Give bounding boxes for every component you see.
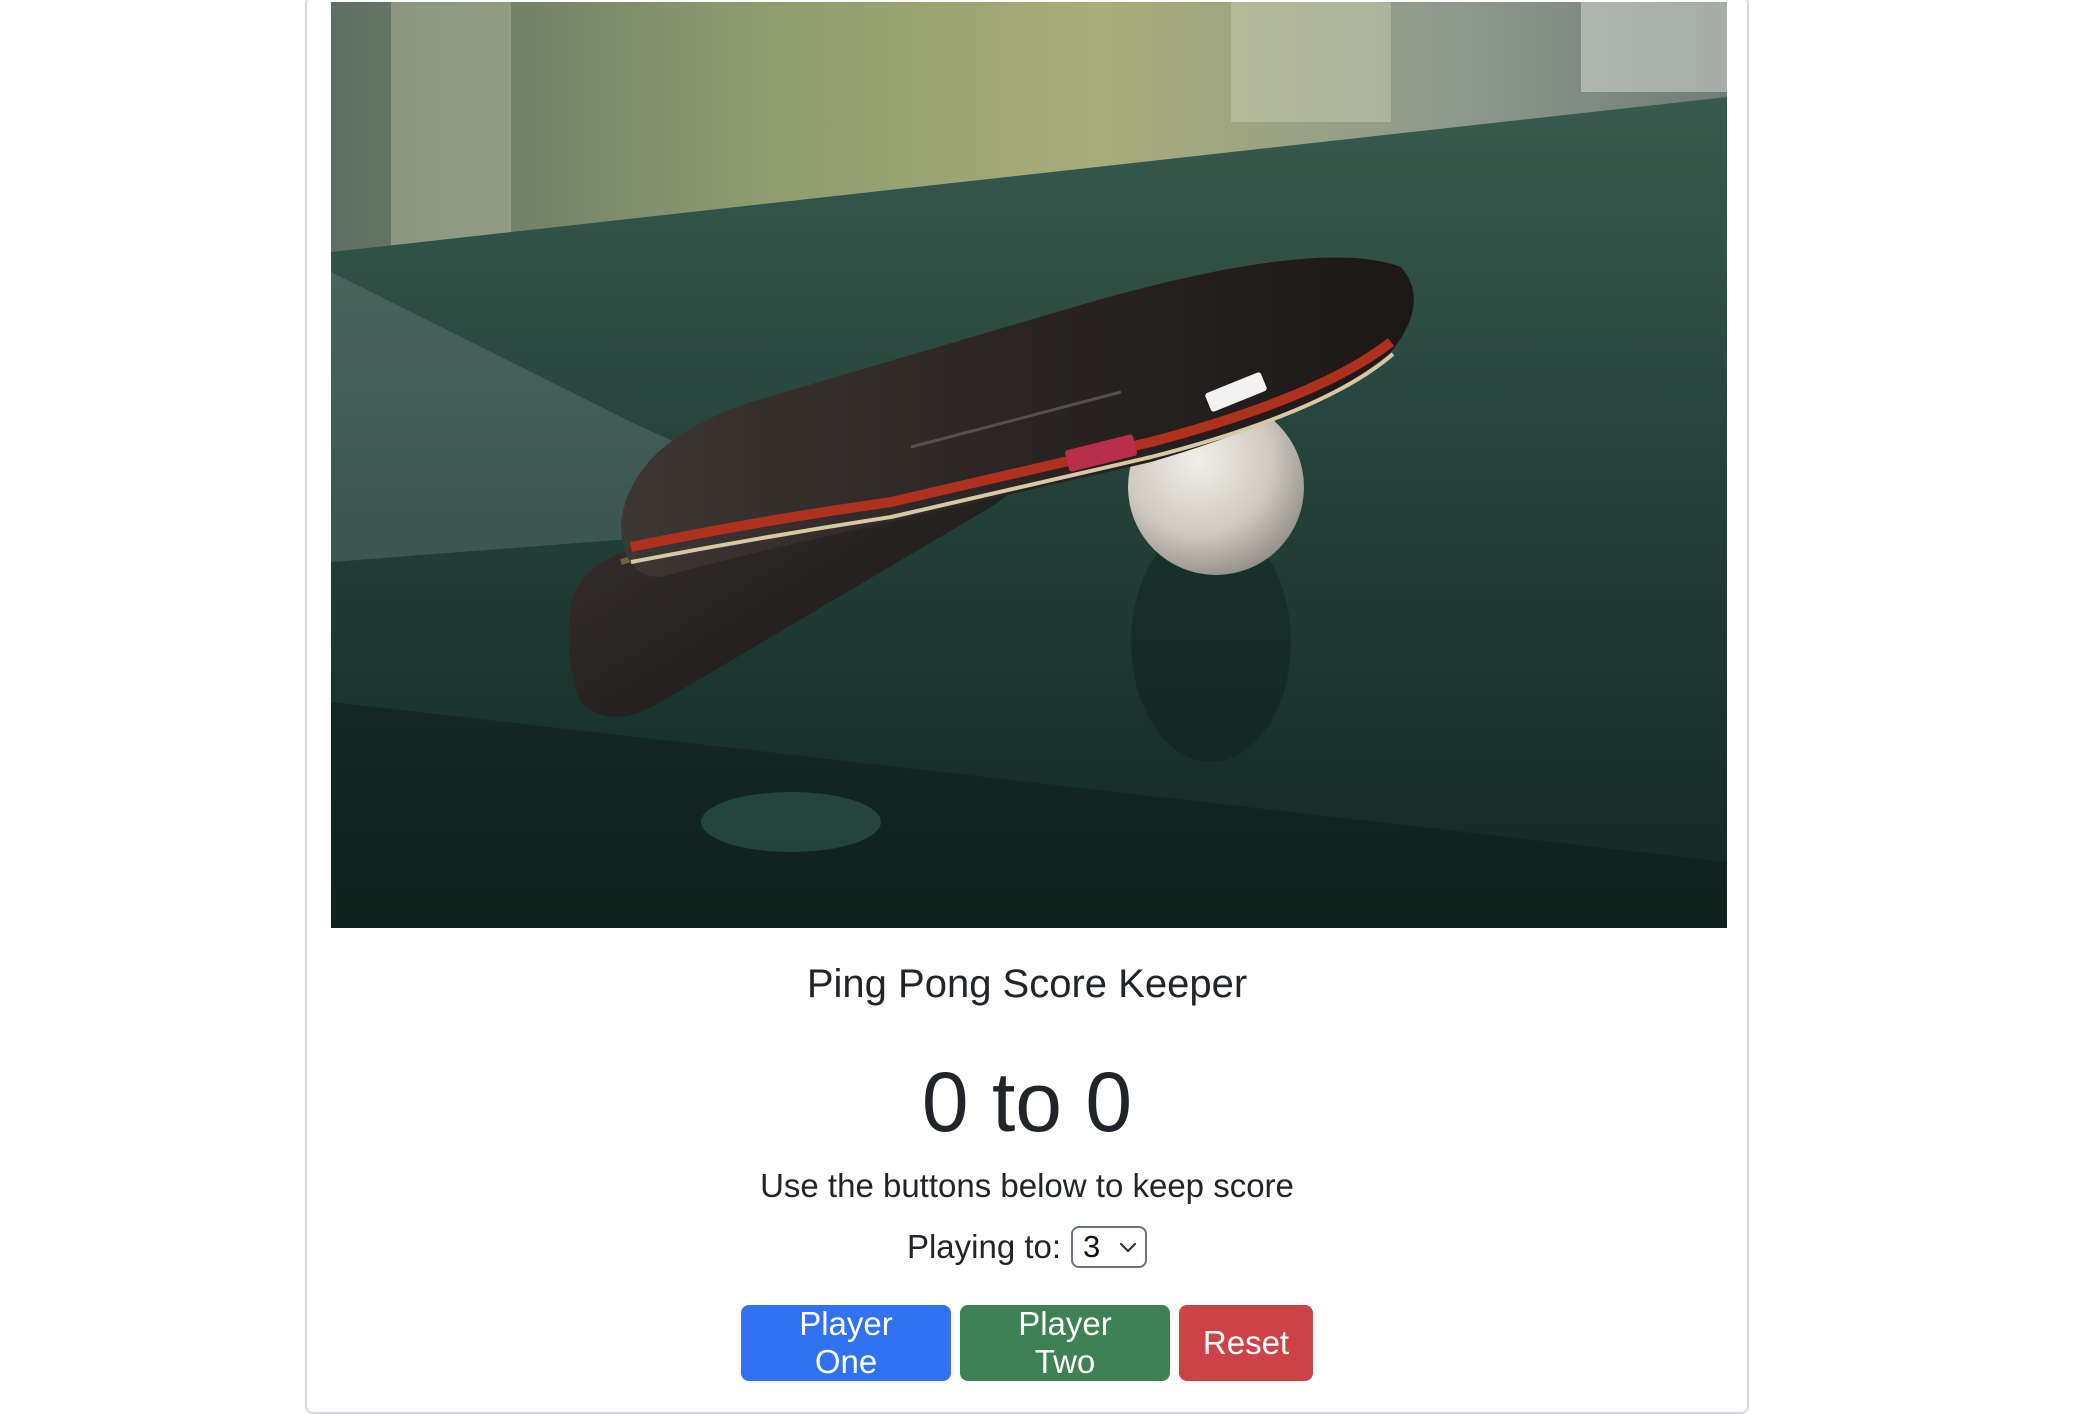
- playing-to-select[interactable]: 3: [1071, 1226, 1148, 1268]
- player-one-button[interactable]: Player One: [741, 1305, 951, 1381]
- chevron-down-icon: [1119, 1242, 1137, 1253]
- playing-to-label: Playing to:: [906, 1228, 1062, 1265]
- score-display: 0 to 0: [921, 1055, 1133, 1149]
- instructions-text: Use the buttons below to keep score: [760, 1167, 1294, 1204]
- button-row: Player One Player Two Reset: [307, 1305, 1747, 1381]
- playing-to-row: Playing to: 3: [307, 1226, 1747, 1268]
- card-image: [331, 2, 1727, 928]
- playing-to-selected-value: 3: [1083, 1229, 1101, 1264]
- player-two-button[interactable]: Player Two: [960, 1305, 1170, 1381]
- page-title: Ping Pong Score Keeper: [806, 962, 1248, 1006]
- score-keeper-card: Ping Pong Score Keeper 0 to 0 Use the bu…: [305, 0, 1749, 1414]
- reset-button[interactable]: Reset: [1179, 1305, 1313, 1381]
